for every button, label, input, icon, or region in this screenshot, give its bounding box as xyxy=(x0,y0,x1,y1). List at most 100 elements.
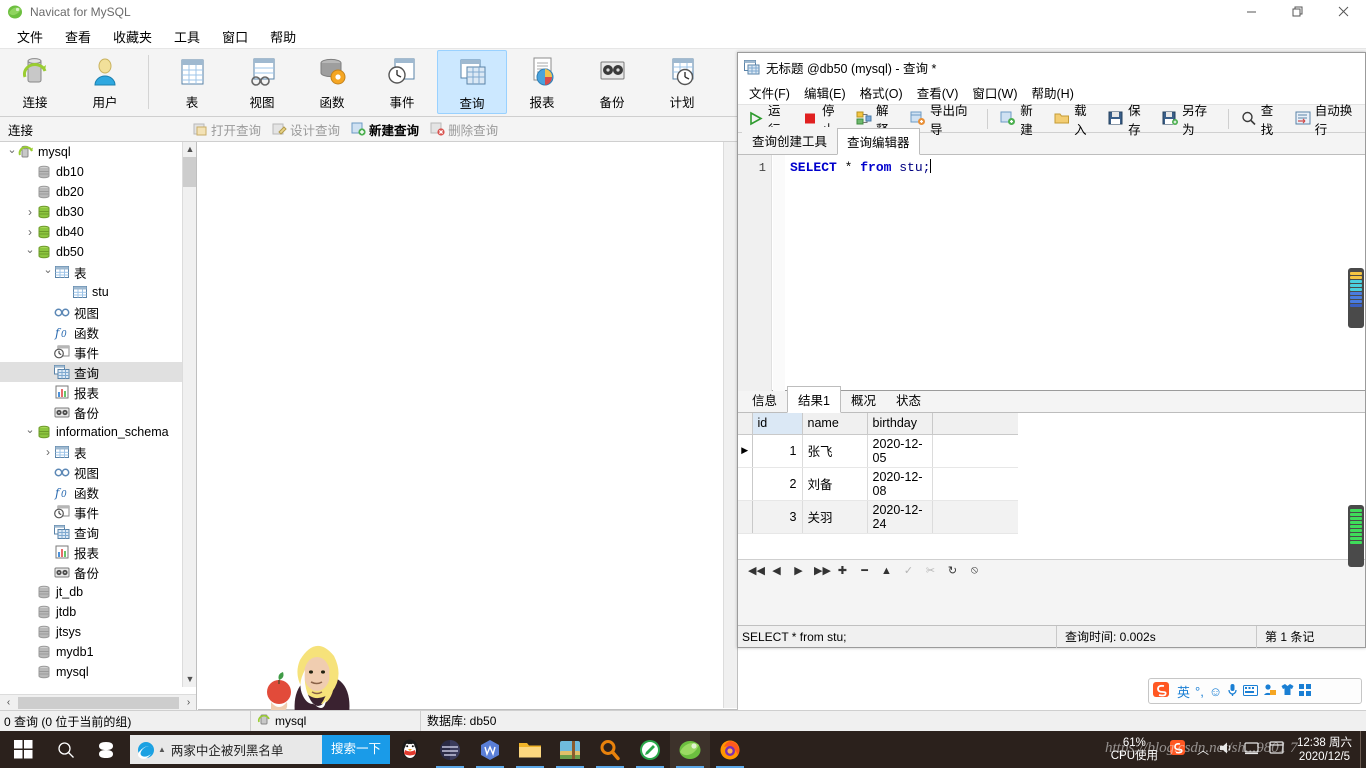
tab-query-editor[interactable]: 查询编辑器 xyxy=(837,128,920,155)
tree-node-视图[interactable]: 视图 xyxy=(0,302,183,322)
cortana-icon[interactable] xyxy=(86,731,126,768)
toolbar-query[interactable]: 查询 xyxy=(437,50,507,114)
cell-id[interactable]: 3 xyxy=(752,500,803,534)
network-icon[interactable] xyxy=(1239,741,1264,758)
search-input[interactable]: 两家中企被列黑名单 xyxy=(171,740,322,759)
tree-node-db40[interactable]: › db40 xyxy=(0,222,183,242)
tree-node-事件[interactable]: 事件 xyxy=(0,502,183,522)
cell-birthday[interactable]: 2020-12-24 xyxy=(867,500,933,534)
tree-node-mysql[interactable]: mysql xyxy=(0,662,183,682)
volume-icon[interactable] xyxy=(1214,741,1239,758)
menu-file[interactable]: 文件 xyxy=(6,24,54,49)
tree-node-视图[interactable]: 视图 xyxy=(0,462,183,482)
column-header-name[interactable]: name xyxy=(802,413,868,435)
keyboard-icon[interactable] xyxy=(1243,684,1259,699)
microphone-icon[interactable] xyxy=(1227,683,1238,700)
menu-favorites[interactable]: 收藏夹 xyxy=(102,24,163,49)
tree-node-事件[interactable]: 事件 xyxy=(0,342,183,362)
show-desktop-button[interactable] xyxy=(1360,731,1366,768)
toolbar-connection[interactable]: 连接 xyxy=(0,50,70,114)
cell-id[interactable]: 2 xyxy=(752,467,803,501)
skin-icon[interactable] xyxy=(1281,683,1294,699)
tree-node-jtdb[interactable]: jtdb xyxy=(0,602,183,622)
new-button[interactable]: 新建 xyxy=(995,98,1047,140)
chevron-right-icon[interactable]: › xyxy=(24,226,36,238)
tree-scroll-up-icon[interactable]: ▲ xyxy=(183,142,196,157)
result-grid[interactable]: id name birthday ▶ 1 张飞 2020-12-05 2 刘备 2020-12-0… xyxy=(738,413,1365,581)
toolbar-backup[interactable]: 备份 xyxy=(577,50,647,114)
delete-record-icon[interactable]: ━ xyxy=(858,564,871,577)
tree-node-函数[interactable]: f 0 函数 xyxy=(0,322,183,342)
punctuation-icon[interactable]: °, xyxy=(1195,684,1204,699)
tree-node-db50[interactable]: ⌄ db50 xyxy=(0,242,183,262)
column-header-id[interactable]: id xyxy=(752,413,803,435)
menu-view[interactable]: 查看 xyxy=(54,24,102,49)
ime-mode-label[interactable]: 英 xyxy=(1177,682,1190,701)
user-center-icon[interactable] xyxy=(1263,683,1277,699)
close-button[interactable] xyxy=(1320,0,1366,24)
cell-name[interactable]: 刘备 xyxy=(802,467,868,501)
wps-icon[interactable] xyxy=(470,731,510,768)
chevron-right-icon[interactable]: › xyxy=(24,206,36,218)
load-button[interactable]: 载入 xyxy=(1049,98,1101,140)
cell-name[interactable]: 关羽 xyxy=(802,500,868,534)
add-record-icon[interactable]: ✚ xyxy=(836,564,849,577)
design-query-action[interactable]: 设计查询 xyxy=(272,120,340,139)
last-record-icon[interactable]: ▶▶ xyxy=(814,564,831,577)
toolbar-function[interactable]: 函数 xyxy=(297,50,367,114)
tab-result1[interactable]: 结果1 xyxy=(787,386,841,413)
taskbar-clock[interactable]: 12:38 周六 2020/12/5 xyxy=(1289,736,1360,764)
menu-tools[interactable]: 工具 xyxy=(163,24,211,49)
apply-record-icon[interactable]: ▲ xyxy=(880,565,893,577)
tree-horizontal-scrollbar[interactable]: ‹ › xyxy=(0,694,196,710)
tree-node-information_schema[interactable]: ⌄ information_schema xyxy=(0,422,183,442)
taskbar-search-icon[interactable] xyxy=(46,731,86,768)
tree-node-函数[interactable]: f 0 函数 xyxy=(0,482,183,502)
toolbar-view[interactable]: 视图 xyxy=(227,50,297,114)
tree-vertical-scrollbar[interactable]: ▲ ▼ xyxy=(182,142,196,687)
cancel-edit-icon[interactable]: ✂ xyxy=(924,564,937,577)
tree-scroll-thumb[interactable] xyxy=(183,157,196,187)
dark-circle-icon[interactable] xyxy=(430,731,470,768)
minimize-button[interactable] xyxy=(1228,0,1274,24)
tree-node-jtsys[interactable]: jtsys xyxy=(0,622,183,642)
column-header-birthday[interactable]: birthday xyxy=(867,413,933,435)
search-dropdown-icon[interactable]: ▲ xyxy=(158,745,166,754)
tree-node-备份[interactable]: 备份 xyxy=(0,402,183,422)
sogou-logo-icon[interactable] xyxy=(1152,681,1172,702)
tree-node-mysql[interactable]: ⌄ mysql xyxy=(0,142,183,162)
save-as-button[interactable]: 另存为 xyxy=(1157,98,1221,140)
qq-icon[interactable] xyxy=(390,731,430,768)
toolbar-event[interactable]: 事件 xyxy=(367,50,437,114)
record-navigator[interactable]: ◀◀ ◀ ▶ ▶▶ ✚ ━ ▲ ✓ ✂ ↻ ⦸ xyxy=(738,559,1365,581)
tab-query-builder[interactable]: 查询创建工具 xyxy=(742,127,838,154)
start-button[interactable] xyxy=(0,731,46,768)
tree-scroll-right-icon[interactable]: › xyxy=(180,697,196,708)
tree-node-查询[interactable]: 查询 xyxy=(0,522,183,542)
wordwrap-button[interactable]: 自动换行 xyxy=(1290,98,1365,140)
search-orange-icon[interactable] xyxy=(590,731,630,768)
chevron-down-icon[interactable]: ⌄ xyxy=(24,425,36,438)
tree-scroll-down-icon[interactable]: ▼ xyxy=(183,672,196,687)
tree-node-报表[interactable]: 报表 xyxy=(0,382,183,402)
table-row[interactable]: 3 关羽 2020-12-24 xyxy=(738,500,1018,534)
restore-button[interactable] xyxy=(1274,0,1320,24)
tree-node-db30[interactable]: › db30 xyxy=(0,202,183,222)
cell-birthday[interactable]: 2020-12-08 xyxy=(867,467,933,501)
table-row[interactable]: 2 刘备 2020-12-08 xyxy=(738,467,1018,501)
save-button[interactable]: 保存 xyxy=(1103,98,1155,140)
first-record-icon[interactable]: ◀◀ xyxy=(748,564,765,577)
ie-search-box[interactable]: ▲ 两家中企被列黑名单 搜索一下 xyxy=(130,735,390,764)
tree-node-mydb1[interactable]: mydb1 xyxy=(0,642,183,662)
green-pencil-icon[interactable] xyxy=(630,731,670,768)
new-query-action[interactable]: 新建查询 xyxy=(351,120,419,139)
sogou-ime-bar[interactable]: 英 °, ☺ xyxy=(1148,678,1362,704)
menu-help[interactable]: 帮助 xyxy=(259,24,307,49)
table-row[interactable]: ▶ 1 张飞 2020-12-05 xyxy=(738,434,1018,468)
chevron-down-icon[interactable]: ⌄ xyxy=(6,145,18,158)
tree-node-stu[interactable]: stu xyxy=(0,282,183,302)
winrar-icon[interactable] xyxy=(550,731,590,768)
next-record-icon[interactable]: ▶ xyxy=(792,564,805,577)
sogou-tray-icon[interactable] xyxy=(1164,739,1192,760)
tree-hscroll-thumb[interactable] xyxy=(18,696,179,709)
